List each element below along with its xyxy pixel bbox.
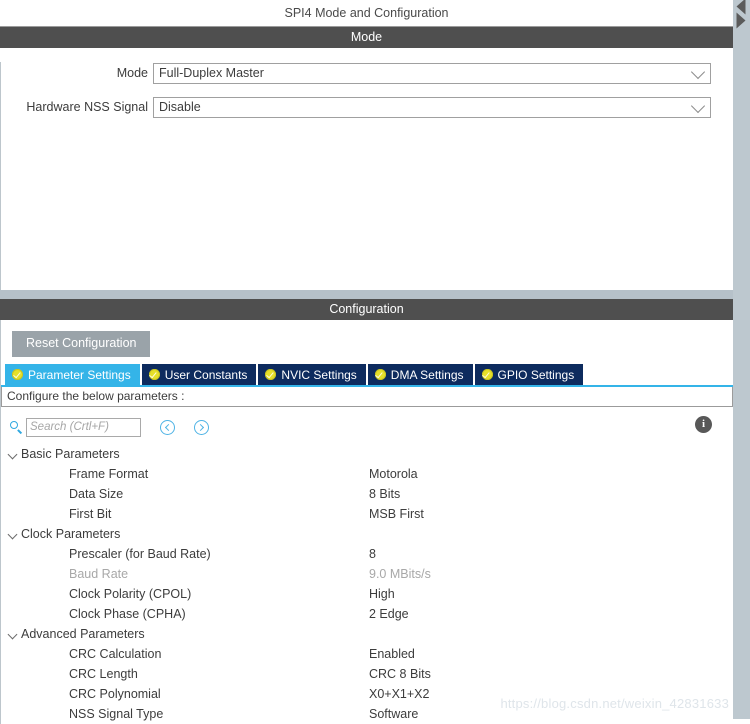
search-row: i: [1, 407, 733, 442]
tree-row-value: Enabled: [369, 647, 415, 661]
tree-row-label: Clock Polarity (CPOL): [69, 587, 192, 601]
tab-label: NVIC Settings: [281, 367, 357, 382]
chevron-down-icon: [690, 98, 706, 114]
tree-row-baud-rate: Baud Rate 9.0 MBits/s: [1, 564, 733, 584]
tab-label: GPIO Settings: [497, 367, 575, 382]
tree-row-label: CRC Length: [69, 667, 138, 681]
mode-select[interactable]: Full-Duplex Master: [153, 62, 711, 84]
search-icon: [9, 420, 23, 434]
tree-group-label: Clock Parameters: [21, 527, 121, 541]
vertical-scrollbar[interactable]: [733, 0, 750, 719]
check-circle-icon: [12, 369, 23, 380]
tree-row-crc-calculation[interactable]: CRC Calculation Enabled: [1, 644, 733, 664]
mode-select-value: Full-Duplex Master: [159, 66, 264, 80]
tree-row-first-bit[interactable]: First Bit MSB First: [1, 504, 733, 524]
tree-group-clock-parameters[interactable]: Clock Parameters: [1, 524, 733, 544]
tab-label: Parameter Settings: [28, 367, 131, 382]
reset-configuration-button[interactable]: Reset Configuration: [12, 331, 151, 357]
tree-row-value: 8 Bits: [369, 487, 401, 501]
hardware-nss-signal-label: Hardware NSS Signal: [26, 100, 148, 114]
tree-row-clock-polarity[interactable]: Clock Polarity (CPOL) High: [1, 584, 733, 604]
tree-row-label: Data Size: [69, 487, 124, 501]
tree-group-label: Advanced Parameters: [21, 627, 145, 641]
tree-row-label: Prescaler (for Baud Rate): [69, 547, 211, 561]
check-circle-icon: [148, 369, 160, 380]
info-icon[interactable]: i: [695, 416, 712, 433]
chevron-left-circle-icon[interactable]: [160, 419, 175, 435]
tree-row-frame-format[interactable]: Frame Format Motorola: [1, 464, 733, 484]
search-input[interactable]: [26, 417, 141, 437]
mode-panel: Mode Full-Duplex Master Hardware NSS Sig…: [0, 62, 733, 290]
reset-configuration-row: Reset Configuration: [1, 320, 733, 364]
chevron-down-icon: [1, 624, 21, 644]
configuration-section-band: Configuration: [0, 299, 733, 320]
panel-divider: [0, 290, 733, 299]
chevron-down-icon: [1, 524, 21, 544]
configuration-panel: Reset Configuration Parameter Settings U…: [0, 320, 733, 724]
tree-row-label: CRC Calculation: [69, 647, 162, 661]
tree-group-advanced-parameters[interactable]: Advanced Parameters: [1, 624, 733, 644]
tree-row-value: Motorola: [369, 467, 418, 481]
mode-section-band: Mode: [0, 27, 733, 48]
tree-row-crc-length[interactable]: CRC Length CRC 8 Bits: [1, 664, 733, 684]
parameter-tree: Basic Parameters Frame Format Motorola D…: [1, 442, 733, 724]
hardware-nss-signal-value: Disable: [159, 100, 201, 114]
tree-row-label: Baud Rate: [69, 567, 129, 581]
tree-row-value: X0+X1+X2: [369, 687, 430, 701]
triangle-down-icon[interactable]: [736, 12, 746, 29]
check-circle-icon: [265, 369, 277, 380]
tree-group-label: Basic Parameters: [21, 447, 120, 461]
tree-row-clock-phase[interactable]: Clock Phase (CPHA) 2 Edge: [1, 604, 733, 624]
content-column: SPI4 Mode and Configuration Mode Mode Fu…: [0, 0, 733, 724]
tree-row-value: CRC 8 Bits: [369, 667, 431, 681]
tree-row-label: CRC Polynomial: [69, 687, 161, 701]
tree-row-label: Clock Phase (CPHA): [69, 607, 186, 621]
tab-nvic-settings[interactable]: NVIC Settings: [258, 364, 366, 385]
configuration-tabs: Parameter Settings User Constants NVIC S…: [1, 364, 733, 385]
hardware-nss-signal-select[interactable]: Disable: [153, 96, 711, 118]
chevron-down-icon: [690, 64, 706, 80]
check-circle-icon: [481, 369, 493, 380]
chevron-down-icon: [1, 444, 21, 464]
mode-field-row: Mode Full-Duplex Master: [1, 62, 733, 84]
tab-dma-settings[interactable]: DMA Settings: [367, 364, 473, 385]
spi-configuration-window: SPI4 Mode and Configuration Mode Mode Fu…: [0, 0, 750, 724]
tab-label: User Constants: [164, 367, 248, 382]
mode-field-label: Mode: [116, 66, 148, 80]
tree-row-label: First Bit: [69, 507, 112, 521]
tree-row-value: MSB First: [369, 507, 424, 521]
watermark: https://blog.csdn.net/weixin_42831633: [500, 696, 729, 711]
tab-user-constants[interactable]: User Constants: [141, 364, 257, 385]
tab-parameter-settings[interactable]: Parameter Settings: [5, 364, 140, 385]
hardware-nss-signal-row: Hardware NSS Signal Disable: [1, 96, 733, 118]
tree-group-basic-parameters[interactable]: Basic Parameters: [1, 444, 733, 464]
tree-row-label: Frame Format: [69, 467, 149, 481]
page-title: SPI4 Mode and Configuration: [0, 0, 733, 27]
tree-row-value: 8: [369, 547, 376, 561]
tree-row-value: 9.0 MBits/s: [369, 567, 431, 581]
tree-row-value: 2 Edge: [369, 607, 409, 621]
check-circle-icon: [374, 369, 386, 380]
configure-hint: Configure the below parameters :: [1, 387, 733, 407]
tab-gpio-settings[interactable]: GPIO Settings: [474, 364, 584, 385]
tree-row-value: High: [369, 587, 395, 601]
chevron-right-circle-icon[interactable]: [194, 419, 209, 435]
tab-label: DMA Settings: [390, 367, 464, 382]
tree-row-prescaler[interactable]: Prescaler (for Baud Rate) 8: [1, 544, 733, 564]
tree-row-data-size[interactable]: Data Size 8 Bits: [1, 484, 733, 504]
